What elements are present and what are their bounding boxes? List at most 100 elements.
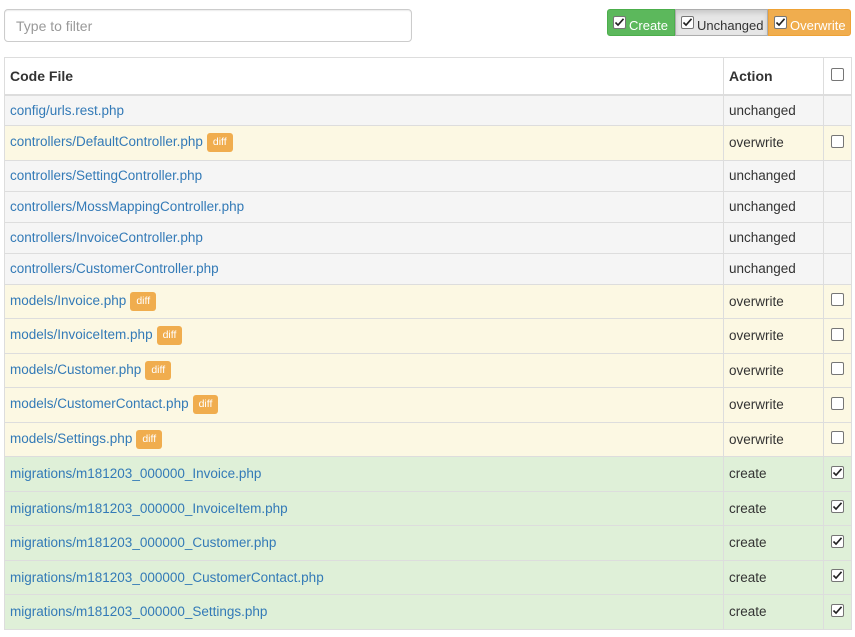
table-row: migrations/m181203_000000_Settings.php cr…	[4, 594, 852, 630]
table-row: models/CustomerContact.php diff overwrite	[4, 387, 852, 423]
file-link[interactable]: migrations/m181203_000000_Customer.php	[10, 535, 276, 550]
unchanged-checkbox[interactable]	[681, 16, 694, 29]
diff-button[interactable]: diff	[192, 395, 219, 415]
action-cell: overwrite	[723, 125, 824, 161]
file-cell: controllers/SettingController.php	[4, 159, 724, 192]
file-cell: models/InvoiceItem.php diff	[4, 318, 724, 354]
table-row: controllers/InvoiceController.php unchang…	[4, 221, 852, 254]
diff-button[interactable]: diff	[145, 360, 172, 380]
file-cell: models/Invoice.php diff	[4, 283, 724, 319]
diff-button[interactable]: diff	[130, 291, 157, 311]
file-link[interactable]: models/InvoiceItem.php	[10, 327, 153, 342]
action-cell: create	[723, 456, 824, 492]
code-file-header: Code File	[4, 57, 724, 96]
overwrite-toggle-button[interactable]: Overwrite	[768, 9, 851, 36]
check-icon	[614, 18, 625, 27]
create-toggle-button[interactable]: Create	[607, 9, 675, 36]
action-cell: overwrite	[723, 352, 824, 388]
table-row: config/urls.rest.php unchanged	[4, 94, 852, 126]
file-cell: controllers/InvoiceController.php	[4, 221, 724, 254]
file-cell: migrations/m181203_000000_Settings.php	[4, 594, 724, 630]
table-row: controllers/CustomerController.php unchan…	[4, 252, 852, 285]
row-checkbox[interactable]	[831, 534, 844, 548]
select-cell	[823, 387, 852, 423]
check-icon	[832, 468, 843, 476]
file-cell: migrations/m181203_000000_InvoiceItem.ph…	[4, 490, 724, 526]
file-link[interactable]: controllers/CustomerController.php	[10, 261, 219, 276]
file-link[interactable]: controllers/SettingController.php	[10, 168, 202, 183]
select-cell	[823, 221, 852, 254]
file-link[interactable]: models/Settings.php	[10, 431, 132, 446]
row-checkbox[interactable]	[831, 134, 844, 148]
action-toggle-group: Create Unchanged Overwrite	[607, 9, 851, 36]
table-row: migrations/m181203_000000_Customer.php cr…	[4, 525, 852, 561]
action-cell: unchanged	[723, 252, 824, 285]
file-link[interactable]: config/urls.rest.php	[10, 103, 124, 118]
row-checkbox[interactable]	[831, 465, 844, 479]
select-cell	[823, 283, 852, 319]
diff-button[interactable]: diff	[136, 429, 163, 449]
create-checkbox[interactable]	[613, 16, 626, 29]
filter-input[interactable]	[4, 9, 412, 42]
select-cell	[823, 594, 852, 630]
select-cell	[823, 456, 852, 492]
action-cell: overwrite	[723, 318, 824, 354]
file-link[interactable]: migrations/m181203_000000_Invoice.php	[10, 466, 261, 481]
table-row: migrations/m181203_000000_Invoice.php cre…	[4, 456, 852, 492]
file-link[interactable]: models/Invoice.php	[10, 293, 126, 308]
file-cell: migrations/m181203_000000_Customer.php	[4, 525, 724, 561]
table-row: controllers/SettingController.php unchang…	[4, 159, 852, 192]
check-icon	[832, 571, 843, 580]
select-cell	[823, 252, 852, 285]
select-cell	[823, 125, 852, 161]
table-row: models/InvoiceItem.php diff overwrite	[4, 318, 852, 354]
action-cell: unchanged	[723, 221, 824, 254]
file-link[interactable]: models/Customer.php	[10, 362, 141, 377]
row-checkbox[interactable]	[831, 500, 844, 514]
action-cell: overwrite	[723, 421, 824, 457]
action-header: Action	[723, 57, 824, 96]
select-cell	[823, 94, 852, 126]
check-icon	[832, 537, 843, 545]
row-checkbox[interactable]	[831, 396, 844, 410]
diff-button[interactable]: diff	[206, 133, 233, 153]
file-link[interactable]: migrations/m181203_000000_CustomerContac…	[10, 570, 324, 585]
file-link[interactable]: models/CustomerContact.php	[10, 396, 189, 411]
select-cell	[823, 318, 852, 354]
table-row: models/Customer.php diff overwrite	[4, 352, 852, 388]
row-checkbox[interactable]	[831, 293, 844, 307]
code-files-table: Code File Action config/urls.rest.php unc…	[4, 57, 852, 630]
file-link[interactable]: controllers/DefaultController.php	[10, 134, 203, 149]
row-checkbox[interactable]	[831, 603, 844, 617]
overwrite-checkbox[interactable]	[774, 16, 787, 29]
action-cell: unchanged	[723, 190, 824, 223]
table-row: models/Settings.php diff overwrite	[4, 421, 852, 457]
check-icon	[832, 502, 843, 511]
file-cell: models/Settings.php diff	[4, 421, 724, 457]
select-all-checkbox[interactable]	[831, 67, 844, 81]
action-cell: unchanged	[723, 159, 824, 192]
file-link[interactable]: controllers/MossMappingController.php	[10, 199, 244, 214]
file-link[interactable]: migrations/m181203_000000_Settings.php	[10, 604, 267, 619]
file-cell: controllers/DefaultController.php diff	[4, 125, 724, 161]
file-cell: models/CustomerContact.php diff	[4, 387, 724, 423]
unchanged-toggle-button[interactable]: Unchanged	[675, 9, 768, 36]
table-header-row: Code File Action	[4, 57, 852, 96]
row-checkbox[interactable]	[831, 362, 844, 376]
file-cell: models/Customer.php diff	[4, 352, 724, 388]
row-checkbox[interactable]	[831, 431, 844, 445]
select-cell	[823, 559, 852, 595]
diff-button[interactable]: diff	[156, 326, 183, 346]
action-cell: create	[723, 525, 824, 561]
select-cell	[823, 421, 852, 457]
row-checkbox[interactable]	[831, 327, 844, 341]
unchanged-toggle-label: Unchanged	[697, 18, 764, 33]
select-cell	[823, 190, 852, 223]
file-cell: migrations/m181203_000000_CustomerContac…	[4, 559, 724, 595]
check-icon	[682, 18, 693, 27]
file-link[interactable]: controllers/InvoiceController.php	[10, 230, 203, 245]
table-row: migrations/m181203_000000_CustomerContac…	[4, 559, 852, 595]
row-checkbox[interactable]	[831, 569, 844, 583]
file-link[interactable]: migrations/m181203_000000_InvoiceItem.ph…	[10, 501, 288, 516]
table-row: models/Invoice.php diff overwrite	[4, 283, 852, 319]
